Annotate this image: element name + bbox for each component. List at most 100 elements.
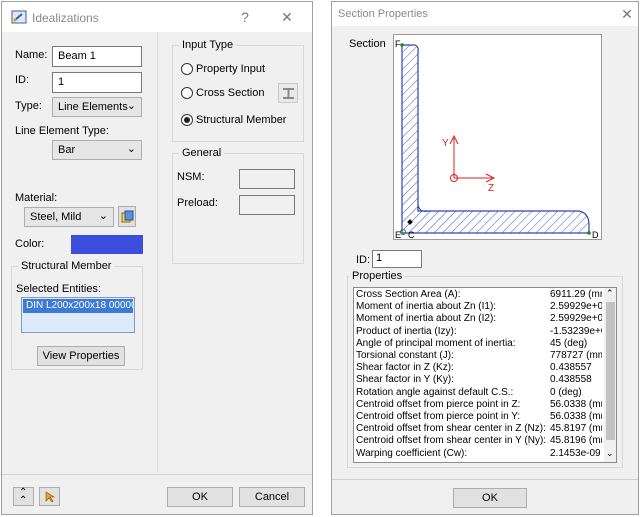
help-button[interactable]: ?	[236, 8, 254, 26]
scroll-up-icon[interactable]: ⌃	[606, 288, 614, 299]
close-button[interactable]: ✕	[618, 5, 636, 23]
property-value: 2.59929e+07	[550, 301, 602, 313]
collapse-button[interactable]: ⌃ ⌃	[13, 487, 34, 506]
vertical-separator	[157, 32, 158, 472]
property-value: 56.0338 (mm	[550, 411, 602, 422]
property-name: Moment of inertia about Zn (I2):	[356, 313, 497, 325]
property-value: 2.59929e+07	[550, 313, 602, 325]
line-element-type-combobox[interactable]: Bar ⌄	[52, 140, 142, 160]
input-type-group: Input Type Property Input Cross Section …	[172, 39, 304, 142]
point-d-marker	[587, 231, 591, 235]
section-properties-titlebar: Section Properties ✕	[332, 2, 638, 26]
properties-list[interactable]: Cross Section Area (A):6911.29 (mmMoment…	[353, 287, 617, 463]
cross-section-browse-button	[278, 83, 298, 103]
property-row[interactable]: Moment of inertia about Zn (I2): 2.59929e…	[354, 313, 602, 325]
properties-scrollbar[interactable]: ⌃ ⌄	[604, 288, 616, 462]
ok-button[interactable]: OK	[167, 487, 233, 507]
property-value: 45.8196 (mm	[550, 435, 602, 447]
preload-label: Preload:	[177, 197, 218, 209]
property-row[interactable]: Centroid offset from pierce point in Z: 5…	[354, 399, 602, 411]
ok-button[interactable]: OK	[453, 488, 527, 508]
property-row[interactable]: Centroid offset from pierce point in Y: 5…	[354, 411, 602, 423]
material-value: Steel, Mild	[30, 211, 82, 223]
color-swatch[interactable]	[71, 235, 143, 254]
property-name: Centroid offset from pierce point in Z:	[356, 398, 521, 410]
color-label: Color:	[15, 238, 45, 250]
property-value: 6911.29 (mm	[550, 289, 602, 300]
structural-member-radio[interactable]	[181, 114, 193, 126]
point-f-marker	[400, 43, 404, 47]
properties-group-title: Properties	[349, 270, 406, 282]
general-group-title: General	[179, 147, 225, 159]
material-label: Material:	[15, 192, 58, 204]
nsm-label: NSM:	[177, 171, 205, 183]
properties-group: Properties Cross Section Area (A): 6911.2…	[347, 270, 623, 468]
name-field[interactable]: Beam 1	[52, 46, 142, 67]
selected-entity-item[interactable]: DIN L200x200x18 000000	[23, 299, 133, 313]
property-name: Torsional constant (J):	[356, 350, 454, 361]
property-row[interactable]: Angle of principal moment of inertia: 45 …	[354, 338, 602, 350]
property-row[interactable]: Centroid offset from shear center in Y (…	[354, 435, 602, 447]
property-name: Shear factor in Z (Kz):	[356, 362, 454, 374]
property-name: Warping coefficient (Cw):	[356, 447, 468, 459]
property-value: 45.8197 (mm	[550, 423, 602, 435]
section-canvas: Y Z F D E C	[393, 34, 602, 240]
point-c-label: C	[408, 230, 415, 239]
property-row[interactable]: Moment of inertia about Zn (I1): 2.59929e…	[354, 301, 602, 313]
bottom-separator	[332, 479, 638, 480]
preload-field[interactable]	[239, 195, 295, 215]
angle-section-drawing: Y Z F D E C	[395, 39, 599, 240]
property-row[interactable]: Centroid offset from shear center in Z (…	[354, 423, 602, 435]
property-row[interactable]: Shear factor in Y (Ky): 0.438558	[354, 374, 602, 386]
property-value: 2.1453e-09	[550, 447, 601, 459]
property-value: 778727 (mm	[550, 350, 602, 361]
property-row[interactable]: Cross Section Area (A): 6911.29 (mm	[354, 289, 602, 301]
property-name: Centroid offset from pierce point in Y:	[356, 411, 521, 422]
structural-member-label[interactable]: Structural Member	[196, 114, 286, 126]
scroll-thumb[interactable]	[606, 302, 615, 440]
property-row[interactable]: Torsional constant (J): 778727 (mm	[354, 350, 602, 362]
chevron-down-icon: ⌄	[98, 210, 108, 222]
property-name: Product of inertia (Izy):	[356, 325, 457, 337]
point-d-label: D	[592, 230, 599, 239]
id-label: ID:	[15, 74, 30, 86]
property-name: Angle of principal moment of inertia:	[356, 337, 516, 349]
select-button[interactable]	[39, 487, 60, 506]
dialog-title: Idealizations	[32, 11, 99, 25]
property-value: 56.0338 (mm	[550, 398, 602, 410]
l-profile-shape	[401, 44, 590, 234]
scroll-down-icon[interactable]: ⌄	[606, 448, 614, 459]
property-row[interactable]: Product of inertia (Izy): -1.53239e+07	[354, 326, 602, 338]
input-type-group-title: Input Type	[179, 39, 237, 51]
property-input-radio[interactable]	[181, 63, 193, 75]
structural-member-group-title: Structural Member	[18, 260, 115, 272]
y-axis-label: Y	[442, 138, 449, 149]
z-axis-label: Z	[488, 183, 494, 194]
property-row[interactable]: Warping coefficient (Cw): 2.1453e-09	[354, 448, 602, 460]
id-label: ID:	[356, 254, 371, 266]
close-button[interactable]: ✕	[278, 8, 296, 26]
section-icon	[282, 87, 295, 103]
id-field[interactable]: 1	[372, 250, 422, 268]
property-row[interactable]: Shear factor in Z (Kz): 0.438557	[354, 362, 602, 374]
idealizations-titlebar: Idealizations ? ✕	[2, 2, 312, 32]
cancel-button[interactable]: Cancel	[239, 487, 305, 507]
material-browse-button[interactable]	[118, 206, 136, 227]
name-label: Name:	[15, 49, 48, 61]
nsm-field[interactable]	[239, 169, 295, 189]
cross-section-label[interactable]: Cross Section	[196, 87, 264, 99]
material-library-icon	[121, 210, 134, 226]
view-properties-button[interactable]: View Properties	[37, 346, 125, 366]
property-value: 45 (deg)	[550, 337, 588, 349]
cross-section-radio[interactable]	[181, 87, 193, 99]
type-combobox[interactable]: Line Elements ⌄	[52, 97, 142, 117]
property-value: 0 (deg)	[550, 386, 582, 398]
property-input-label[interactable]: Property Input	[196, 63, 265, 75]
property-name: Rotation angle against default C.S.:	[356, 386, 514, 398]
selected-entities-list[interactable]: DIN L200x200x18 000000	[21, 297, 135, 333]
chevron-down-icon: ⌄	[126, 143, 136, 155]
property-name: Centroid offset from shear center in Z (…	[356, 423, 546, 435]
id-field[interactable]: 1	[52, 72, 142, 93]
property-row[interactable]: Rotation angle against default C.S.: 0 (d…	[354, 387, 602, 399]
material-combobox[interactable]: Steel, Mild ⌄	[24, 207, 114, 227]
